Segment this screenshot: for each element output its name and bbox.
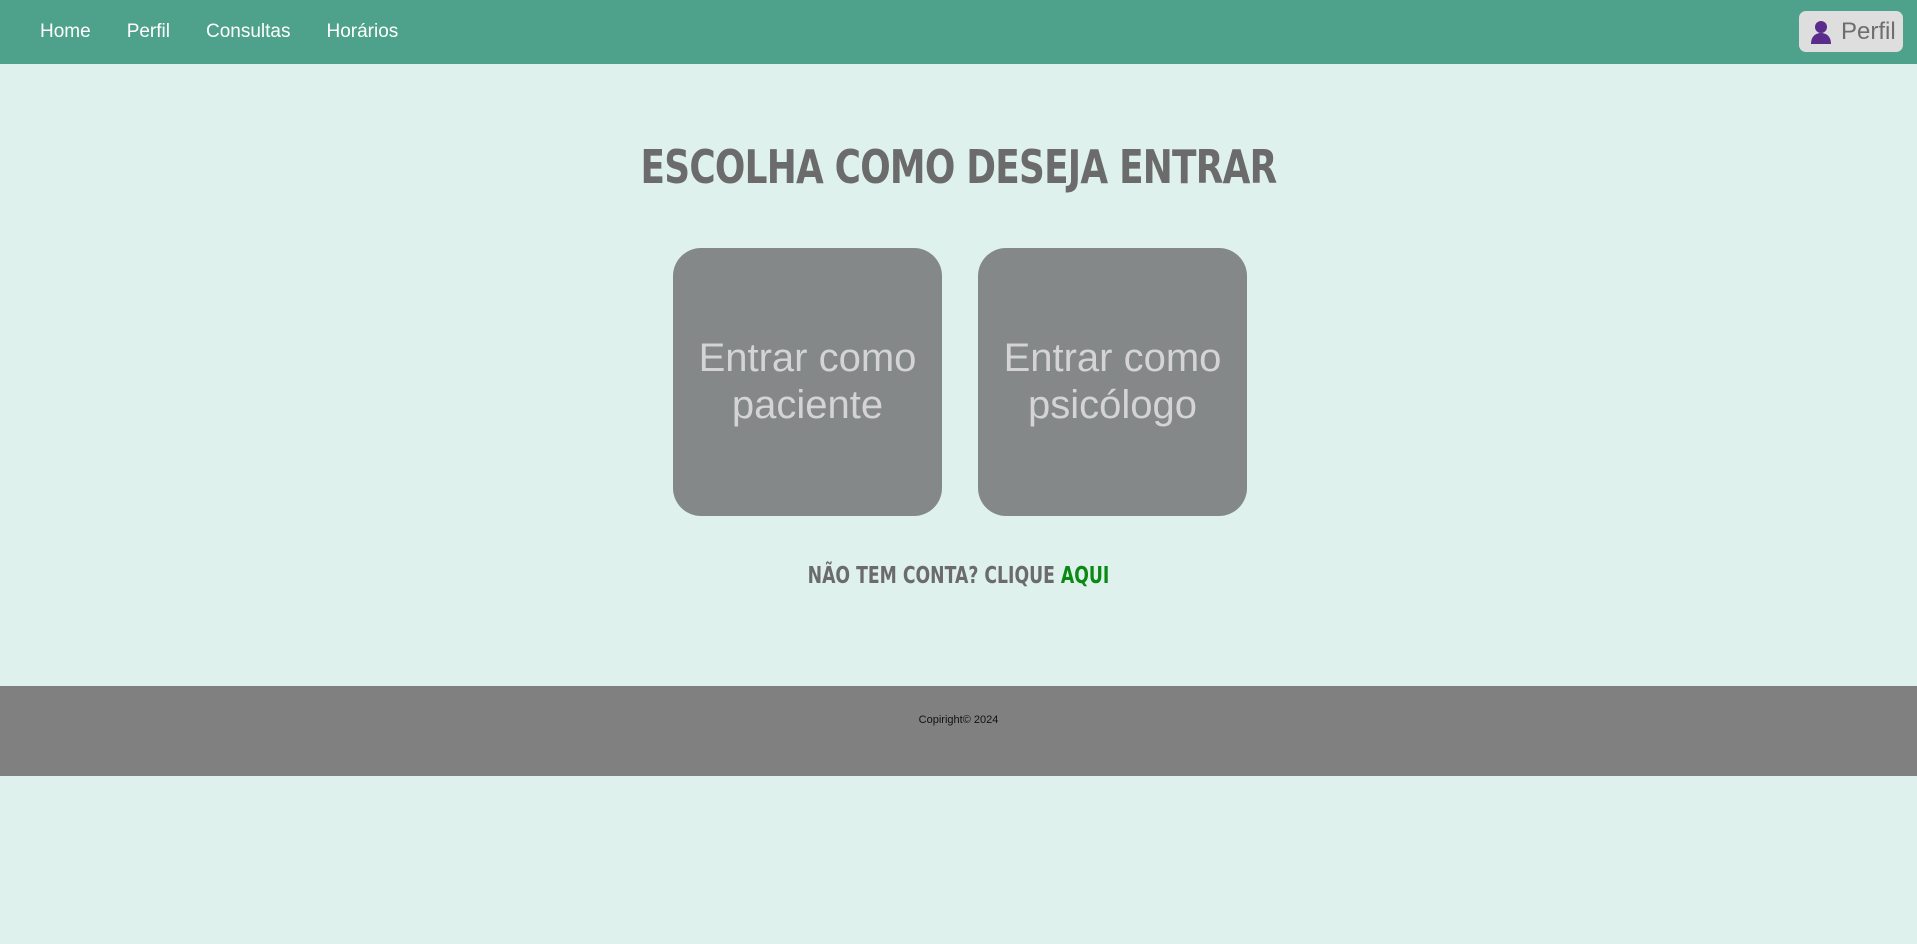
user-icon: [1808, 19, 1834, 45]
enter-as-patient-label: Entrar como paciente: [698, 336, 917, 427]
page-title: Escolha como deseja entrar: [640, 140, 1278, 194]
profile-button[interactable]: Perfil: [1799, 11, 1903, 52]
top-navbar: Home Perfil Consultas Horários Perfil: [0, 0, 1917, 64]
enter-as-psychologist-card[interactable]: Entrar como psicólogo: [978, 248, 1247, 516]
footer: Copiright© 2024: [0, 686, 1917, 776]
signup-link[interactable]: Aqui: [1061, 563, 1109, 589]
nav-link-home[interactable]: Home: [40, 0, 91, 64]
profile-label: Perfil: [1841, 17, 1896, 45]
nav-link-perfil[interactable]: Perfil: [127, 0, 170, 64]
copyright-text: Copiright© 2024: [918, 714, 999, 726]
nav-link-horarios[interactable]: Horários: [326, 0, 398, 64]
signup-prompt: Não tem conta? Clique Aqui: [240, 563, 1678, 589]
enter-as-patient-card[interactable]: Entrar como paciente: [673, 248, 942, 516]
signup-prompt-text: Não tem conta? Clique: [807, 563, 1061, 589]
nav-link-consultas[interactable]: Consultas: [206, 0, 291, 64]
nav-links: Home Perfil Consultas Horários: [40, 0, 434, 64]
enter-as-psychologist-label: Entrar como psicólogo: [1003, 336, 1222, 427]
